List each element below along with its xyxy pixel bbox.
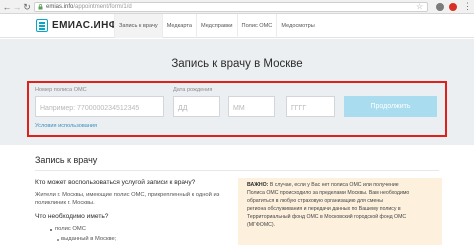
bullet-dot-icon (50, 229, 52, 231)
nav-item-checkups[interactable]: Медосмотры (276, 14, 318, 38)
nav-item-certificates[interactable]: Медсправки (195, 14, 237, 38)
forward-arrow-icon[interactable]: → (12, 2, 22, 12)
birth-year-input[interactable] (287, 99, 334, 118)
notice-line: Территориальный фонд ОМС в Московский го… (247, 214, 407, 220)
continue-button[interactable]: Продолжить (344, 96, 437, 117)
emias-logo-icon[interactable] (36, 19, 48, 32)
extension-icon[interactable] (436, 3, 444, 11)
address-bar[interactable]: emias.info/appointment/form/1/d (34, 2, 428, 12)
section-divider (35, 170, 439, 171)
notice-label: ВАЖНО: (247, 182, 269, 188)
url-host: emias.info (46, 4, 74, 10)
lock-icon (38, 4, 43, 10)
nav-item-oms-policy[interactable]: Полис ОМС (236, 14, 277, 38)
requirement-item: полис ОМС (55, 226, 86, 232)
bookmark-star-icon[interactable]: ☆ (416, 2, 423, 12)
important-notice: ВАЖНО: В случае, если у Вас нет полиса О… (238, 178, 442, 245)
question-requirements: Что необходимо иметь? (35, 213, 109, 220)
back-arrow-icon[interactable]: ← (2, 2, 12, 12)
birth-year-field[interactable] (286, 96, 335, 118)
terms-of-use-link[interactable]: Условия использования (35, 123, 97, 130)
notice-line: (МГФОМС). (247, 222, 276, 228)
birth-month-field[interactable] (228, 96, 275, 118)
notice-line: Полиса ОМС происходило за пределами Моск… (247, 190, 410, 196)
reload-icon[interactable]: ↻ (22, 2, 32, 12)
birth-day-input[interactable] (174, 99, 219, 118)
policy-number-field[interactable] (35, 96, 164, 118)
requirement-sub-item: выданный в Москве; (61, 236, 117, 242)
browser-toolbar: ← → ↻ emias.info/appointment/form/1/d ☆ … (0, 0, 474, 14)
birth-date-label: Дата рождения (173, 87, 213, 93)
extension-badge-icon[interactable] (449, 3, 457, 11)
section-title: Запись к врачу (35, 155, 98, 165)
top-navigation: Запись к врачу Медкарта Медсправки Полис… (114, 14, 319, 38)
url-path: /appointment/form/1/d (73, 4, 132, 10)
answer-who-line-1: Жители г. Москвы, имеющие полис ОМС, при… (35, 192, 220, 198)
notice-line: обратиться в любую страховую организацию… (247, 198, 383, 204)
question-who: Кто может воспользоваться услугой записи… (35, 179, 196, 186)
answer-who-line-2: поликлиник г. Москвы. (35, 200, 95, 206)
policy-number-input[interactable] (36, 99, 163, 118)
site-header: ЕМИАС.ИНФО Запись к врачу Медкарта Медсп… (0, 14, 474, 38)
policy-number-label: Номер полиса ОМС (35, 87, 87, 93)
sub-bullet-dot-icon (57, 239, 59, 241)
birth-day-field[interactable] (173, 96, 220, 118)
notice-line: региона обслуживания и передачи данных п… (247, 206, 401, 212)
nav-item-medcard[interactable]: Медкарта (161, 14, 196, 38)
page-title: Запись к врачу в Москве (171, 58, 303, 70)
nav-item-appointment[interactable]: Запись к врачу (114, 14, 162, 38)
birth-month-input[interactable] (229, 99, 274, 118)
browser-menu-icon[interactable]: ⋮ (463, 1, 472, 12)
notice-line: В случае, если у Вас нет полиса ОМС или … (268, 182, 399, 188)
